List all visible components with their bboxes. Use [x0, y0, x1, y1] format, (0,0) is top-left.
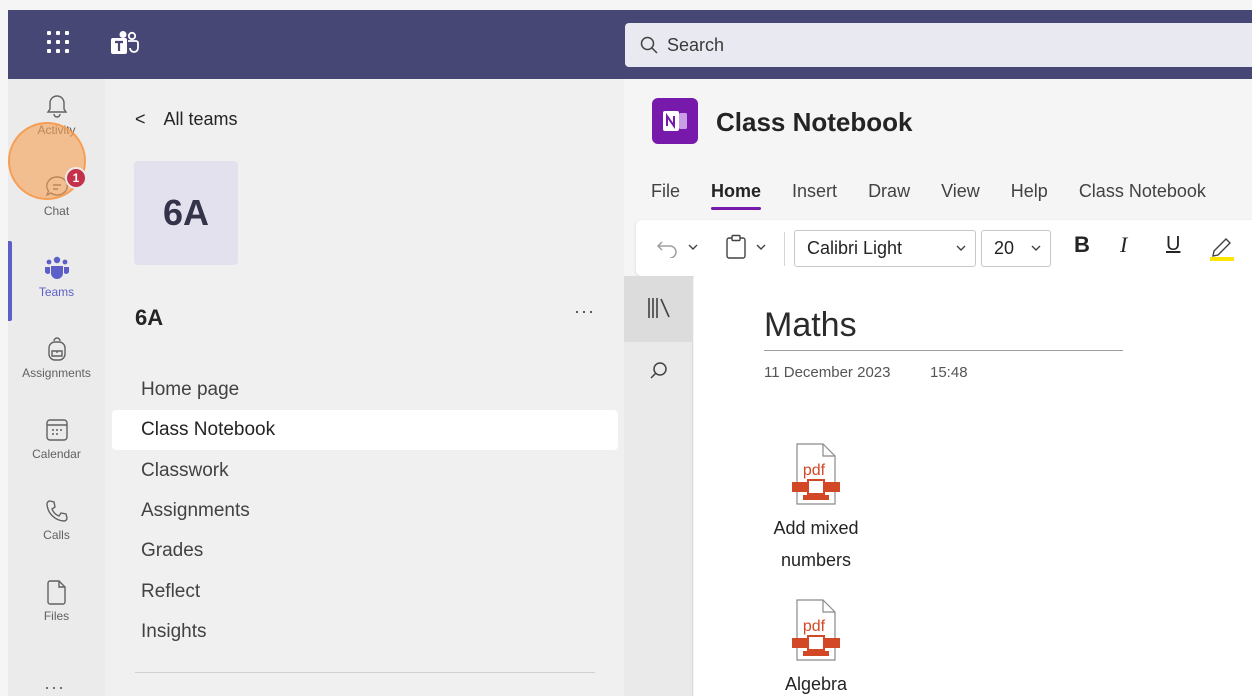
toolbar-separator	[784, 232, 785, 266]
teams-icon	[44, 256, 69, 279]
chevron-down-icon	[1031, 245, 1041, 251]
note-page: Maths 11 December 2023 15:48 pdf Add mix…	[694, 276, 1252, 696]
font-size-value: 20	[994, 238, 1015, 258]
more-apps-button[interactable]: ···	[44, 677, 65, 696]
team-panel: < All teams 6A 6A ··· Home page Class No…	[105, 79, 624, 696]
search-icon	[640, 36, 658, 54]
search-icon[interactable]	[648, 360, 670, 382]
rail-label-assignments: Assignments	[22, 366, 91, 380]
channel-nav-assignments[interactable]: Assignments	[112, 491, 618, 531]
attachment-label: Algebra	[785, 668, 847, 696]
tab-view[interactable]: View	[941, 181, 980, 202]
attachment-label-line: Algebra	[784, 674, 848, 694]
rail-label-calls: Calls	[43, 528, 70, 542]
pdf-attachment[interactable]: pdf Algebra	[756, 598, 876, 696]
font-family-select[interactable]: Calibri Light	[794, 230, 976, 267]
teams-logo-icon	[111, 31, 139, 54]
ribbon-tabs: File Home Insert Draw View Help Class No…	[651, 181, 1237, 210]
team-avatar: 6A	[134, 161, 238, 265]
font-family-value: Calibri Light	[807, 238, 903, 258]
search-box[interactable]: Search	[625, 23, 1252, 67]
tab-help[interactable]: Help	[1011, 181, 1048, 202]
pdf-attachment[interactable]: pdf Add mixed numbers	[756, 442, 876, 576]
rail-label-files: Files	[43, 609, 70, 623]
tab-file[interactable]: File	[651, 181, 680, 202]
rail-label-calendar: Calendar	[32, 447, 81, 461]
rail-item-files[interactable]: Files	[8, 565, 105, 639]
channel-nav-classwork[interactable]: Classwork	[112, 451, 618, 491]
underline-button[interactable]: U	[1166, 233, 1180, 256]
phone-icon	[45, 500, 68, 522]
chevron-down-icon	[956, 245, 966, 251]
pdf-file-icon: pdf	[792, 599, 840, 661]
team-name: 6A	[135, 305, 164, 330]
rail-item-teams[interactable]: Teams	[8, 241, 105, 315]
highlighter-icon[interactable]	[1208, 233, 1240, 263]
calendar-icon	[45, 419, 68, 441]
attachment-label-line: numbers	[780, 550, 851, 570]
file-icon	[46, 580, 66, 605]
attachment-label: Add mixed numbers	[773, 512, 858, 576]
chevron-down-icon	[756, 244, 766, 250]
notebook-title: Class Notebook	[716, 107, 913, 137]
search-input[interactable]: Search	[667, 35, 724, 56]
backpack-icon	[47, 337, 66, 361]
panel-divider	[135, 672, 595, 673]
team-more-options-button[interactable]: ···	[574, 301, 595, 322]
class-notebook-pane: Class Notebook File Home Insert Draw Vie…	[624, 79, 1252, 696]
rail-label-chat: Chat	[43, 204, 70, 218]
top-bar: Search	[8, 10, 1252, 79]
rail-item-calendar[interactable]: Calendar	[8, 403, 105, 477]
notebook-side-strip	[624, 276, 693, 696]
tab-insert[interactable]: Insert	[792, 181, 837, 202]
clipboard-icon	[726, 234, 746, 259]
channel-nav-reflect[interactable]: Reflect	[112, 572, 618, 612]
all-teams-link[interactable]: < All teams	[135, 109, 238, 130]
notebooks-button[interactable]	[624, 276, 693, 342]
channel-nav-home-page[interactable]: Home page	[112, 370, 618, 410]
title-underline	[764, 350, 1123, 351]
page-date: 11 December 2023	[764, 364, 891, 381]
rail-item-assignments[interactable]: Assignments	[8, 322, 105, 396]
rail-label-teams: Teams	[38, 285, 75, 299]
italic-button[interactable]: I	[1120, 232, 1127, 258]
bell-icon	[46, 95, 67, 118]
library-icon	[648, 298, 670, 318]
app-launcher-icon[interactable]	[44, 28, 72, 56]
all-teams-label: All teams	[163, 109, 238, 129]
rail-item-calls[interactable]: Calls	[8, 484, 105, 558]
app-bar: Activity Chat Teams Assignments	[8, 79, 105, 696]
page-time: 15:48	[930, 364, 968, 381]
ribbon-toolbar: Calibri Light 20 B I U	[636, 220, 1252, 276]
undo-icon	[656, 241, 677, 258]
pdf-file-icon: pdf	[792, 443, 840, 505]
notification-badge: 1	[65, 167, 87, 189]
channel-nav-class-notebook[interactable]: Class Notebook	[112, 410, 618, 450]
font-size-select[interactable]: 20	[981, 230, 1051, 267]
chevron-left-icon: <	[135, 109, 146, 129]
tab-draw[interactable]: Draw	[868, 181, 910, 202]
onenote-logo-icon	[652, 98, 698, 144]
undo-button[interactable]	[656, 236, 700, 258]
svg-text:pdf: pdf	[803, 618, 826, 635]
channel-nav-grades[interactable]: Grades	[112, 531, 618, 571]
onenote-glyph-icon	[663, 111, 687, 131]
attachment-label-line: Add mixed	[773, 518, 859, 538]
tab-home[interactable]: Home	[711, 181, 762, 210]
tab-class-notebook[interactable]: Class Notebook	[1079, 181, 1206, 202]
paste-button[interactable]	[724, 234, 768, 260]
chevron-down-icon	[688, 244, 698, 250]
channel-nav-insights[interactable]: Insights	[112, 612, 618, 652]
page-title[interactable]: Maths	[764, 306, 857, 345]
svg-text:pdf: pdf	[803, 462, 826, 479]
bold-button[interactable]: B	[1074, 232, 1090, 258]
